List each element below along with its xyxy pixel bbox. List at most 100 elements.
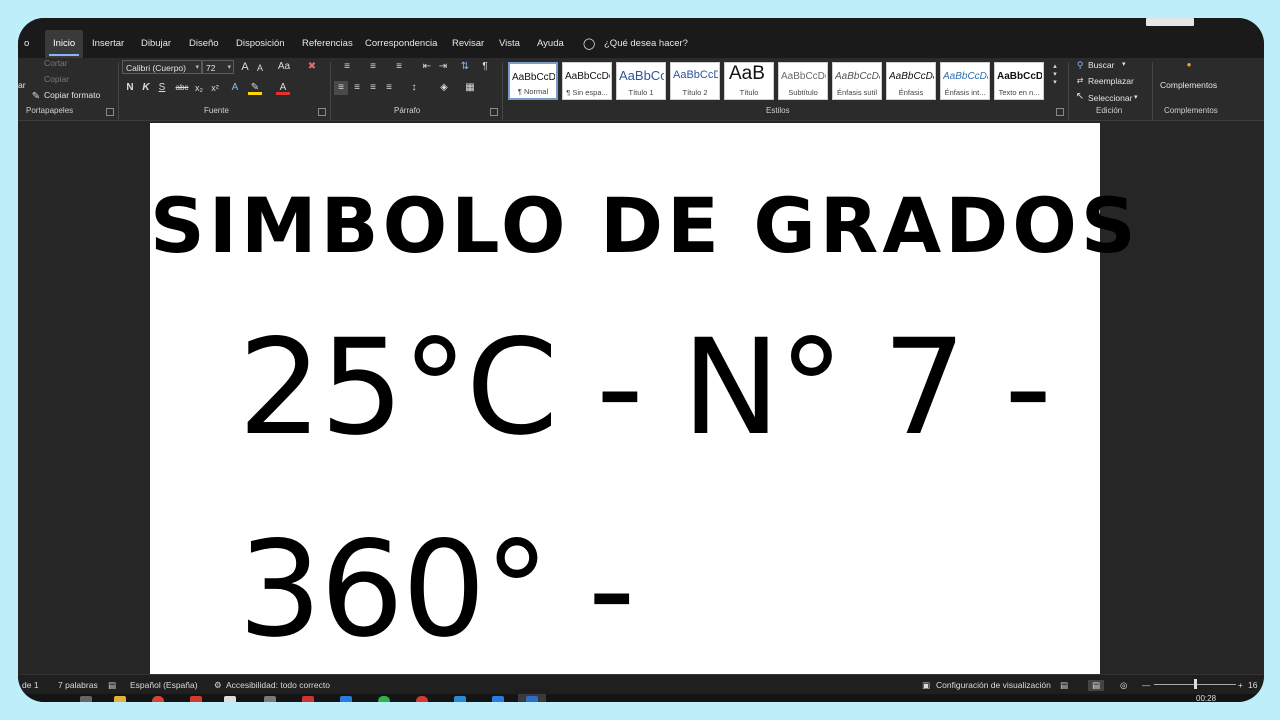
style-heading-2[interactable]: AaBbCcD Título 2 <box>670 62 720 100</box>
select-button[interactable]: Seleccionar <box>1088 93 1132 103</box>
file-explorer-icon[interactable] <box>80 696 92 702</box>
addins-button[interactable]: Complementos <box>1160 80 1217 90</box>
align-center-icon[interactable]: ≡ <box>350 81 364 95</box>
folder-icon[interactable] <box>114 696 126 702</box>
styles-gallery-scroll[interactable]: ▴ ▾ ▾ <box>1050 62 1060 100</box>
word-icon[interactable] <box>526 696 538 702</box>
align-left-icon[interactable]: ≡ <box>334 81 348 95</box>
proofing-icon[interactable]: ▤ <box>108 680 116 691</box>
tab-ayuda[interactable]: Ayuda <box>535 30 566 58</box>
grow-font-button[interactable]: A <box>239 60 251 74</box>
line-spacing-icon[interactable]: ↕ <box>404 81 424 95</box>
ribbon-tabs: o Inicio Insertar Dibujar Diseño Disposi… <box>18 30 1264 58</box>
chevron-up-icon[interactable]: ▴ <box>1050 62 1060 70</box>
shrink-font-button[interactable]: A <box>254 61 266 75</box>
editing-group-label: Edición <box>1096 106 1123 115</box>
style-emphasis[interactable]: AaBbCcDa Énfasis <box>886 62 936 100</box>
tab-inicio[interactable]: Inicio <box>45 30 84 58</box>
zoom-slider-thumb[interactable] <box>1194 679 1197 689</box>
tab-insertar[interactable]: Insertar <box>90 30 126 58</box>
bullets-icon[interactable]: ≡ <box>336 60 358 74</box>
web-layout-icon[interactable]: ◎ <box>1120 680 1127 691</box>
chevron-down-icon[interactable]: ▾ <box>1050 70 1060 78</box>
account-button[interactable] <box>1146 18 1194 26</box>
format-painter-button[interactable]: Copiar formato <box>44 90 100 100</box>
shading-icon[interactable]: ◈ <box>434 81 454 95</box>
multilevel-list-icon[interactable]: ≡ <box>388 60 410 74</box>
browser-icon[interactable] <box>152 696 164 702</box>
style-subtitle[interactable]: AaBbCcDc Subtítulo <box>778 62 828 100</box>
align-right-icon[interactable]: ≡ <box>366 81 380 95</box>
replace-icon: ⇄ <box>1076 76 1084 85</box>
clipboard-launcher-icon[interactable] <box>106 108 114 116</box>
zoom-out-icon[interactable]: — <box>1142 680 1151 690</box>
zoom-in-icon[interactable]: + <box>1238 680 1243 690</box>
borders-icon[interactable]: ▦ <box>460 81 480 95</box>
style-strong[interactable]: AaBbCcDc Texto en n... <box>994 62 1044 100</box>
separator <box>118 62 119 120</box>
find-button[interactable]: Buscar <box>1088 60 1114 70</box>
app-icon[interactable] <box>190 696 202 702</box>
word-count[interactable]: 7 palabras <box>58 680 98 690</box>
justify-icon[interactable]: ≡ <box>382 81 396 95</box>
page-count[interactable]: de 1 <box>22 680 39 690</box>
app-icon[interactable] <box>454 696 466 702</box>
underline-button[interactable]: S <box>156 81 168 95</box>
copy-button[interactable]: Copiar <box>44 74 69 84</box>
app-icon[interactable] <box>340 696 352 702</box>
change-case-button[interactable]: Aa <box>273 60 295 74</box>
cut-button[interactable]: Cortar <box>44 58 68 68</box>
style-subtle-emphasis[interactable]: AaBbCcDa Énfasis sutil <box>832 62 882 100</box>
print-layout-icon[interactable]: ▤ <box>1088 680 1105 691</box>
tab-file[interactable]: o <box>22 30 31 58</box>
highlight-icon[interactable]: ✎ <box>248 81 262 95</box>
app-icon[interactable] <box>492 696 504 702</box>
style-normal[interactable]: AaBbCcDc ¶ Normal <box>508 62 558 100</box>
font-color-icon[interactable]: A <box>276 81 290 95</box>
tab-referencias[interactable]: Referencias <box>300 30 355 58</box>
style-name: Título <box>739 88 759 97</box>
style-heading-1[interactable]: AaBbCc Título 1 <box>616 62 666 100</box>
paste-button-label[interactable]: ar <box>18 80 26 90</box>
app-icon[interactable] <box>264 696 276 702</box>
text-effects-icon[interactable]: A <box>228 81 242 95</box>
zoom-level[interactable]: 16 <box>1248 680 1257 690</box>
display-settings-button[interactable]: Configuración de visualización <box>936 680 1051 690</box>
font-size-combo[interactable]: 72 ▾ <box>202 60 234 74</box>
numbering-icon[interactable]: ≡ <box>362 60 384 74</box>
font-name-combo[interactable]: Calibri (Cuerpo) ▾ <box>122 60 202 74</box>
style-title[interactable]: AaB Título <box>724 62 774 100</box>
increase-indent-icon[interactable]: ⇥ <box>436 60 450 74</box>
app-icon[interactable] <box>224 696 236 702</box>
app-icon[interactable] <box>302 696 314 702</box>
style-no-spacing[interactable]: AaBbCcDc ¶ Sin espa... <box>562 62 612 100</box>
sort-icon[interactable]: ⇅ <box>458 60 472 74</box>
strikethrough-button[interactable]: abc <box>172 81 192 95</box>
app-icon[interactable] <box>416 696 428 702</box>
gallery-more-icon[interactable]: ▾ <box>1050 78 1060 86</box>
styles-launcher-icon[interactable] <box>1056 108 1064 116</box>
tab-disposicion[interactable]: Disposición <box>234 30 287 58</box>
replace-button[interactable]: Reemplazar <box>1088 76 1134 86</box>
clear-formatting-icon[interactable]: ✖ <box>306 60 318 74</box>
tab-vista[interactable]: Vista <box>497 30 522 58</box>
tab-diseno[interactable]: Diseño <box>187 30 221 58</box>
italic-button[interactable]: K <box>140 81 152 95</box>
bold-button[interactable]: N <box>124 81 136 95</box>
tab-correspondencia[interactable]: Correspondencia <box>363 30 439 58</box>
paragraph-launcher-icon[interactable] <box>490 108 498 116</box>
tell-me-search[interactable]: ¿Qué desea hacer? <box>602 30 690 58</box>
tab-revisar[interactable]: Revisar <box>450 30 486 58</box>
language-status[interactable]: Español (España) <box>130 680 198 690</box>
font-launcher-icon[interactable] <box>318 108 326 116</box>
superscript-button[interactable]: x² <box>208 81 222 95</box>
accessibility-status[interactable]: Accesibilidad: todo correcto <box>226 680 330 690</box>
style-intense-emphasis[interactable]: AaBbCcDa Énfasis int... <box>940 62 990 100</box>
subscript-button[interactable]: x₂ <box>192 81 206 95</box>
read-mode-icon[interactable]: ▤ <box>1060 680 1068 691</box>
app-icon[interactable] <box>378 696 390 702</box>
show-marks-button[interactable]: ¶ <box>478 60 492 74</box>
document-page[interactable]: SIMBOLO DE GRADOS 25°C - N° 7 - 360° - <box>150 123 1136 683</box>
tab-dibujar[interactable]: Dibujar <box>139 30 173 58</box>
decrease-indent-icon[interactable]: ⇤ <box>420 60 434 74</box>
